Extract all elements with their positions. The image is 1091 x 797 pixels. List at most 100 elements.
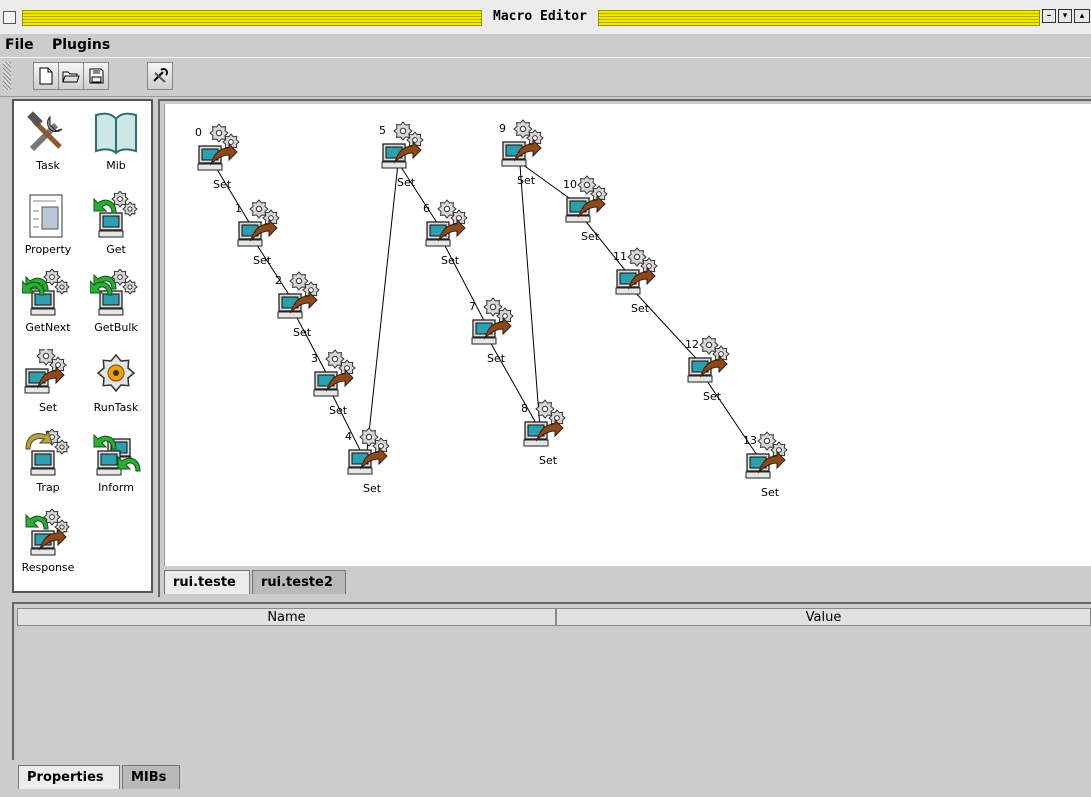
tab-mibs[interactable]: MIBs	[122, 765, 180, 789]
palette-item-inform[interactable]: Inform	[86, 429, 146, 509]
new-document-button[interactable]	[33, 62, 59, 90]
title-bar-stripes-left	[22, 10, 482, 26]
palette-item-runtask[interactable]: RunTask	[86, 349, 146, 429]
set-node-3[interactable]: 3 Set	[311, 349, 356, 417]
menu-file-label: File	[5, 37, 34, 53]
node-index: 10	[563, 178, 577, 191]
set-node-4[interactable]: 4 Set	[345, 427, 390, 495]
menu-file[interactable]: File	[5, 37, 34, 53]
open-folder-icon	[62, 71, 80, 83]
node-label: Set	[397, 176, 416, 189]
response-computer-icon	[25, 509, 70, 556]
minimize-button[interactable]: –	[1042, 9, 1056, 23]
palette-item-mib[interactable]: Mib	[86, 107, 146, 187]
palette-item-label: Mib	[106, 159, 126, 172]
node-label: Set	[581, 230, 600, 243]
node-label: Set	[631, 302, 650, 315]
title-bar-stripes-right	[598, 10, 1040, 26]
set-computer-icon	[501, 119, 544, 167]
node-index: 13	[743, 434, 757, 447]
tools-button[interactable]	[147, 62, 173, 90]
node-index: 5	[379, 124, 386, 137]
palette-item-getnext[interactable]: GetNext	[18, 269, 78, 349]
node-index: 7	[469, 300, 476, 313]
set-node-1[interactable]: 1 Set	[235, 199, 280, 267]
set-node-9[interactable]: 9 Set	[499, 119, 544, 187]
node-label: Set	[703, 390, 722, 403]
set-computer-icon	[425, 199, 468, 247]
toolbar-grip[interactable]	[3, 62, 11, 90]
set-node-5[interactable]: 5 Set	[379, 121, 424, 189]
palette-item-property[interactable]: Property	[18, 191, 78, 271]
set-node-11[interactable]: 11 Set	[613, 247, 658, 315]
node-index: 8	[521, 402, 528, 415]
node-label: Set	[517, 174, 536, 187]
node-label: Set	[761, 486, 780, 499]
node-label: Set	[213, 178, 232, 191]
getnext-computer-icon	[22, 269, 70, 316]
menu-bar: File Plugins	[0, 34, 1091, 56]
tab-rui-teste[interactable]: rui.teste	[164, 570, 250, 594]
set-node-2[interactable]: 2 Set	[275, 271, 320, 339]
node-index: 12	[685, 338, 699, 351]
palette-item-label: RunTask	[93, 401, 139, 414]
column-value-label: Value	[805, 610, 842, 625]
property-sheet-icon	[29, 194, 63, 238]
edge-4-5[interactable]	[364, 153, 400, 471]
node-label: Set	[253, 254, 272, 267]
set-computer-icon	[197, 123, 240, 171]
set-computer-icon	[471, 297, 514, 345]
window-title: Macro Editor	[493, 9, 587, 24]
set-node-0[interactable]: 0 Set	[195, 123, 240, 191]
getbulk-computer-icon	[90, 269, 138, 316]
set-node-7[interactable]: 7 Set	[469, 297, 514, 365]
toolbar	[0, 57, 1091, 97]
window-menu-button[interactable]	[3, 11, 16, 24]
set-computer-icon	[381, 121, 424, 169]
title-bar: Macro Editor – ▾ ▴	[0, 0, 1091, 34]
palette-item-label: Response	[21, 561, 75, 574]
palette-item-trap[interactable]: Trap	[18, 429, 78, 509]
column-header-name[interactable]: Name	[17, 608, 556, 626]
palette-item-label: Trap	[36, 481, 60, 494]
wrench-hammer-icon	[27, 111, 63, 152]
book-icon	[95, 112, 137, 155]
palette-item-getbulk[interactable]: GetBulk	[86, 269, 146, 349]
node-index: 1	[235, 202, 242, 215]
palette-item-response[interactable]: Response	[18, 509, 78, 589]
open-button[interactable]	[58, 62, 84, 90]
tab-properties-label: Properties	[27, 770, 104, 785]
gear-icon	[96, 353, 136, 393]
palette-item-task[interactable]: Task	[18, 107, 78, 187]
node-index: 4	[345, 430, 352, 443]
column-header-value[interactable]: Value	[556, 608, 1091, 626]
tab-rui-teste2[interactable]: rui.teste2	[252, 570, 346, 594]
palette-item-label: Inform	[98, 481, 134, 494]
node-label: Set	[539, 454, 558, 467]
set-node-10[interactable]: 10 Set	[563, 175, 608, 243]
maximize-button[interactable]: ▾	[1058, 9, 1072, 23]
tab-rui-teste-label: rui.teste	[173, 575, 236, 590]
set-computer-icon	[237, 199, 280, 247]
inform-computer-icon	[93, 433, 141, 476]
node-palette: Task Mib Property Get GetNext GetBulk Set R…	[12, 99, 153, 593]
node-index: 0	[195, 126, 202, 139]
palette-item-set[interactable]: Set	[18, 349, 78, 429]
macro-graph: 0 Set 1 Set 2 Set 3 Set 4 Set 5 Set 6 Se…	[195, 119, 788, 499]
set-node-13[interactable]: 13 Set	[743, 431, 788, 499]
macro-canvas[interactable]: 0 Set 1 Set 2 Set 3 Set 4 Set 5 Set 6 Se…	[164, 104, 1091, 566]
set-node-6[interactable]: 6 Set	[423, 199, 468, 267]
node-label: Set	[293, 326, 312, 339]
set-node-12[interactable]: 12 Set	[685, 335, 730, 403]
close-button[interactable]: ▴	[1074, 9, 1090, 23]
set-node-8[interactable]: 8 Set	[521, 399, 566, 467]
tab-mibs-label: MIBs	[131, 770, 167, 785]
save-button[interactable]	[83, 62, 109, 90]
menu-plugins[interactable]: Plugins	[52, 37, 110, 53]
tab-properties[interactable]: Properties	[18, 765, 120, 789]
trap-computer-icon	[25, 429, 70, 476]
palette-item-label: Task	[36, 159, 60, 172]
node-index: 2	[275, 274, 282, 287]
palette-item-get[interactable]: Get	[86, 191, 146, 271]
set-computer-icon	[313, 349, 356, 397]
